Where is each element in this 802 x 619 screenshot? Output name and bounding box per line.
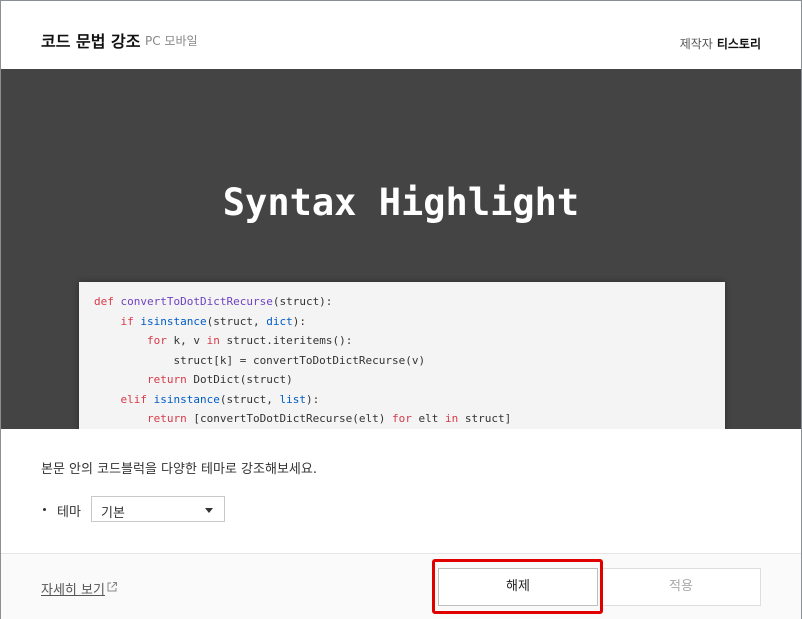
code-line: elif isinstance(struct, list):: [120, 392, 320, 406]
chevron-down-icon: [205, 508, 213, 513]
code-line: def convertToDotDictRecurse(struct):: [94, 295, 333, 308]
code-sample: def convertToDotDictRecurse(struct): if …: [79, 282, 725, 429]
plugin-dialog: 코드 문법 강조 PC 모바일 제작자 티스토리 Syntax Highlight…: [0, 0, 802, 619]
settings-panel: 본문 안의 코드블럭을 다양한 테마로 강조해보세요. 테마 기본: [1, 429, 801, 553]
preview-banner: Syntax Highlight def convertToDotDictRec…: [1, 69, 801, 429]
author-info: 제작자 티스토리: [680, 35, 761, 52]
dialog-header: 코드 문법 강조 PC 모바일 제작자 티스토리: [1, 1, 801, 69]
plugin-title: 코드 문법 강조: [41, 32, 141, 51]
theme-label: 테마: [57, 505, 81, 520]
hero-title: Syntax Highlight: [222, 181, 580, 224]
code-line: if isinstance(struct, dict):: [120, 314, 306, 328]
more-info-link[interactable]: 자세히 보기: [41, 579, 105, 598]
dialog-footer: 자세히 보기 해제 적용: [1, 553, 801, 619]
plugin-description: 본문 안의 코드블럭을 다양한 테마로 강조해보세요.: [41, 462, 317, 477]
platform-support: PC 모바일: [145, 34, 198, 48]
theme-select-value: 기본: [101, 506, 125, 521]
code-line: return [convertToDotDictRecurse(elt) for…: [146, 412, 512, 425]
author-label: 제작자: [679, 37, 713, 51]
external-link-icon[interactable]: [106, 581, 118, 593]
author-name: 티스토리: [716, 37, 761, 51]
code-line: struct[k] = convertToDotDictRecurse(v): [94, 353, 426, 367]
bullet-icon: [43, 508, 46, 511]
apply-button[interactable]: 적용: [601, 568, 761, 606]
theme-select[interactable]: 기본: [91, 496, 225, 522]
code-line: return DotDict(struct): [146, 373, 293, 386]
code-line: for k, v in struct.iteritems():: [146, 334, 353, 347]
disable-button[interactable]: 해제: [438, 568, 598, 606]
